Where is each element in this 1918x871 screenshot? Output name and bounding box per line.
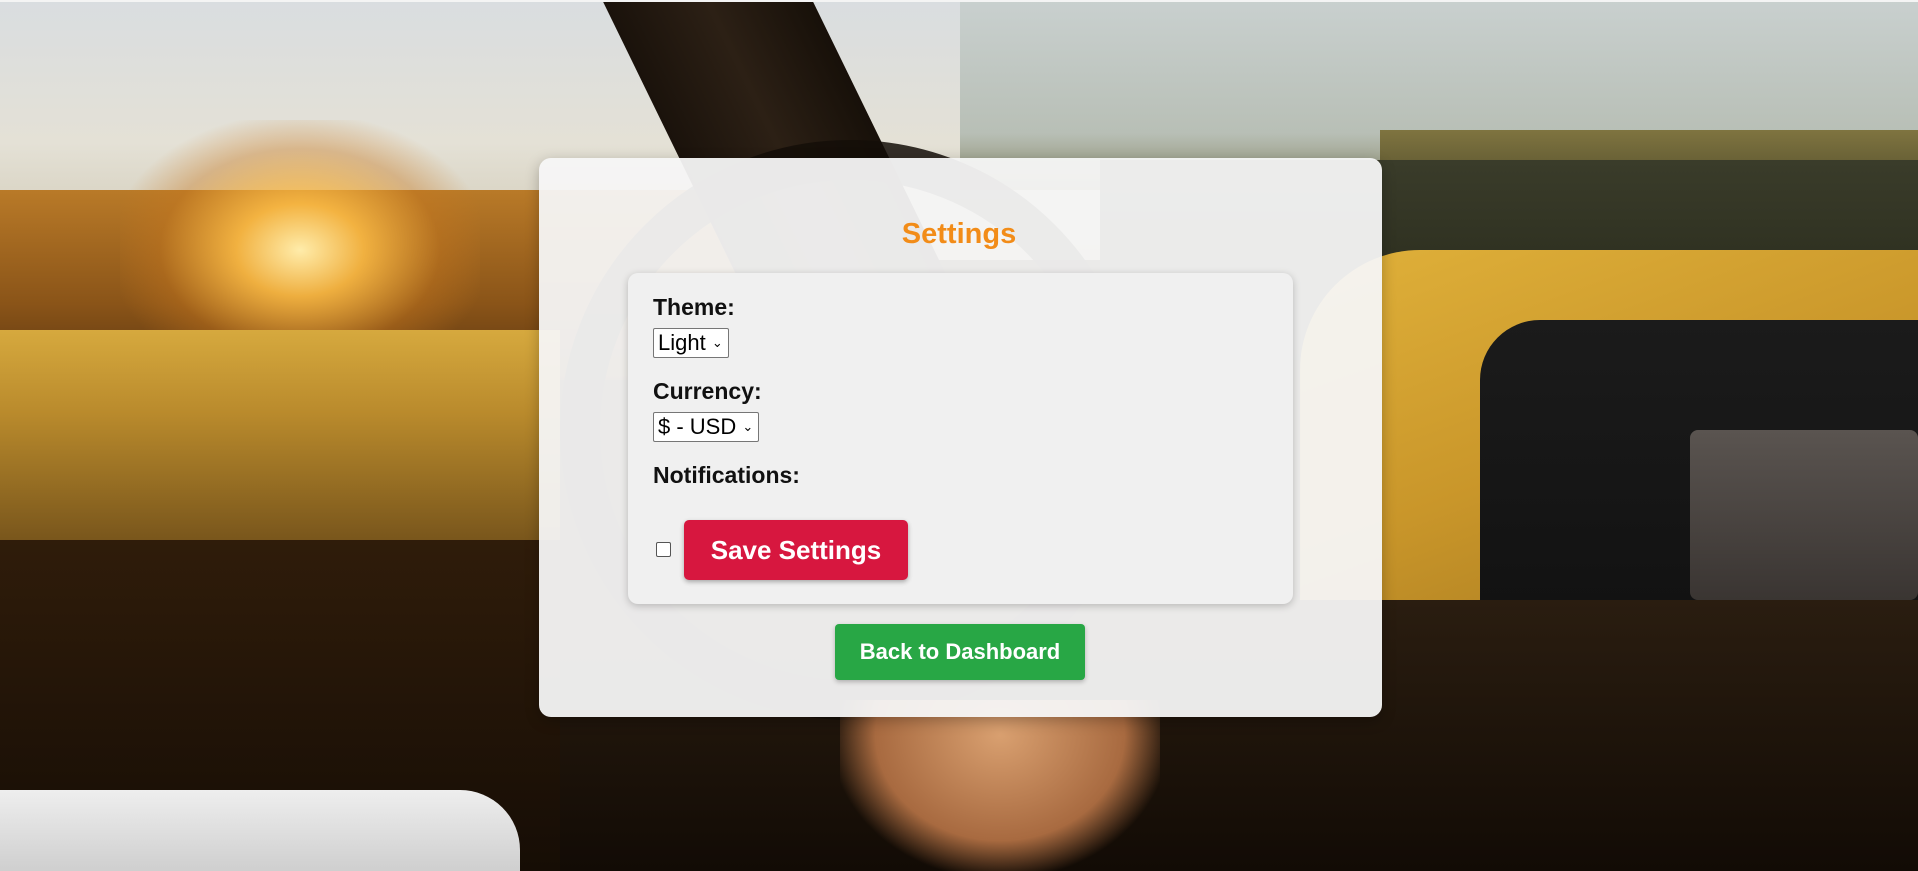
- save-settings-button[interactable]: Save Settings: [684, 520, 908, 580]
- notifications-checkbox[interactable]: [656, 542, 671, 557]
- theme-select[interactable]: Light ⌄: [653, 328, 729, 358]
- theme-label: Theme:: [653, 294, 735, 320]
- currency-select-value: $ - USD: [658, 414, 737, 439]
- chevron-down-icon: ⌄: [711, 335, 723, 350]
- settings-form: Theme: Light ⌄ Currency: $ - USD ⌄ Notif…: [628, 273, 1293, 604]
- chevron-down-icon: ⌄: [742, 419, 754, 434]
- currency-select[interactable]: $ - USD ⌄: [653, 412, 760, 442]
- theme-select-value: Light: [658, 330, 706, 355]
- back-to-dashboard-button[interactable]: Back to Dashboard: [835, 624, 1085, 680]
- page-title: Settings: [901, 218, 1017, 250]
- currency-label: Currency:: [653, 378, 762, 404]
- notifications-label: Notifications:: [653, 462, 800, 488]
- top-border: [0, 0, 1918, 2]
